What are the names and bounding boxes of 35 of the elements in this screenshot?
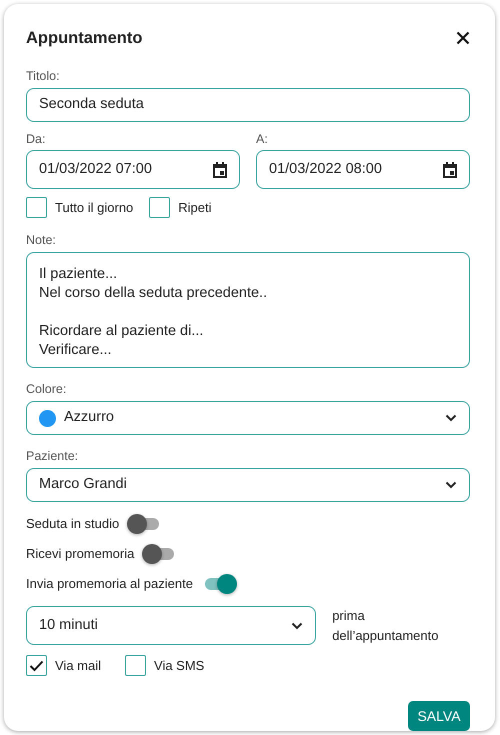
toggle-label: Ricevi promemoria <box>26 545 134 564</box>
select-value: Azzurro <box>64 408 115 428</box>
field-label: Paziente: <box>26 448 80 466</box>
date-field[interactable]: 01/03/2022 07:00 <box>26 150 240 190</box>
checkbox[interactable] <box>149 197 170 218</box>
checkmark-icon <box>29 660 44 672</box>
toggle-label: Seduta in studio <box>26 515 120 534</box>
field-label: A: <box>256 130 269 148</box>
checkbox[interactable] <box>26 197 47 218</box>
checkbox[interactable] <box>125 655 146 676</box>
checkbox[interactable] <box>26 655 47 676</box>
chevron-icon <box>445 414 457 422</box>
field-label: Note: <box>26 232 57 250</box>
date-field[interactable]: 01/03/2022 08:00 <box>256 150 470 190</box>
checkbox-label: Via mail <box>55 656 102 675</box>
checkbox-label: Via SMS <box>154 656 204 675</box>
checkbox-label: Ripeti <box>178 199 212 218</box>
chevron-icon <box>445 480 457 489</box>
calendar-icon <box>213 162 227 178</box>
close-icon[interactable] <box>456 31 470 46</box>
color-select[interactable]: Azzurro <box>26 400 470 436</box>
notes-field[interactable]: Il paziente... Nel corso della seduta precedente.. Ricordare al paziente di... Verificare... <box>26 252 470 368</box>
reminder-select[interactable]: 10 minuti <box>26 606 316 646</box>
dialog-title: Appuntamento <box>26 28 142 49</box>
save-button[interactable]: SALVA <box>408 701 470 732</box>
reminder-suffix: prima dell’appuntamento <box>332 607 440 645</box>
field-label: Da: <box>26 130 46 148</box>
calendar-icon <box>443 162 457 178</box>
toggle-label: Invia promemoria al paziente <box>26 575 193 594</box>
chevron-icon <box>291 622 304 630</box>
field-label: Colore: <box>26 381 68 398</box>
text-field[interactable]: Seconda seduta <box>26 88 470 122</box>
checkbox-label: Tutto il giorno <box>55 199 134 218</box>
field-label: Titolo: <box>26 68 61 85</box>
patient-select[interactable]: Marco Grandi <box>26 468 470 502</box>
